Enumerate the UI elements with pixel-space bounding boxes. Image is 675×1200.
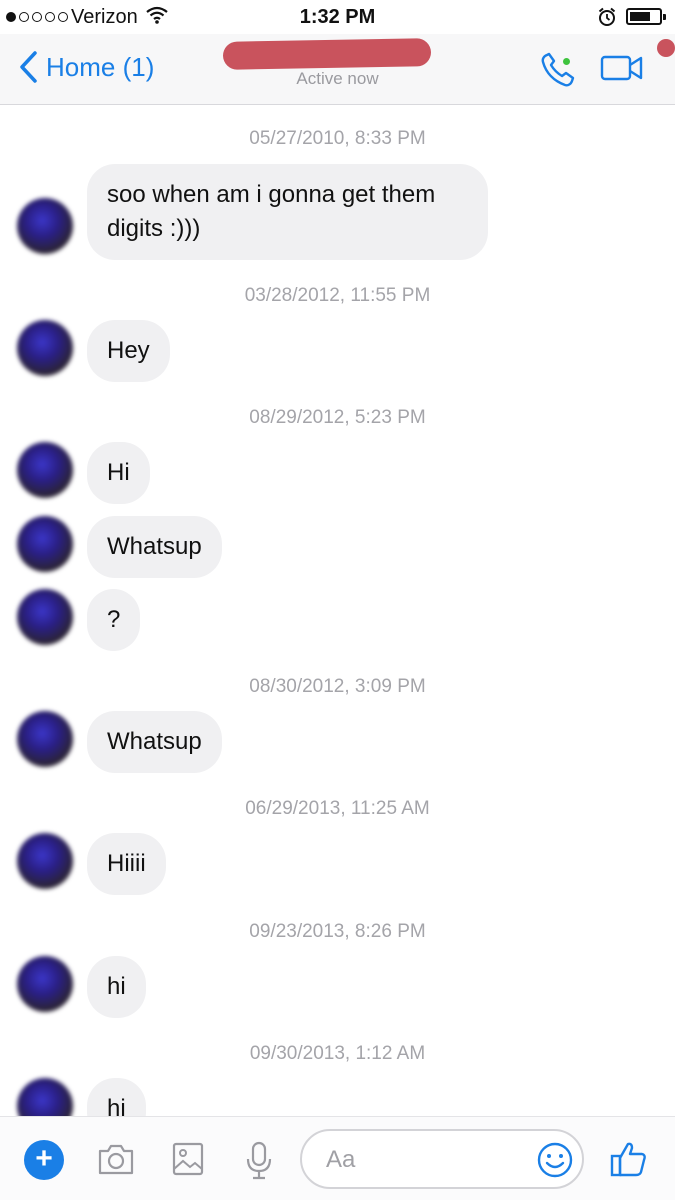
message-bubble[interactable]: ? <box>87 589 141 651</box>
avatar[interactable] <box>17 516 73 572</box>
avatar[interactable] <box>17 956 73 1012</box>
redacted-contact-name <box>222 38 432 70</box>
message-text-line: Hi <box>107 459 130 486</box>
message-text-line: Hiiii <box>107 850 146 877</box>
battery-icon <box>626 8 666 25</box>
message-bubble[interactable]: hi <box>87 956 146 1018</box>
composer-bar: + Aa <box>0 1116 675 1200</box>
microphone-icon[interactable] <box>244 1141 274 1186</box>
avatar[interactable] <box>17 589 73 645</box>
message-input-placeholder: Aa <box>326 1146 356 1173</box>
avatar[interactable] <box>17 1078 73 1116</box>
message-input[interactable]: Aa <box>300 1129 584 1189</box>
message-timestamp: 08/30/2012, 3:09 PM <box>249 676 426 697</box>
message-timestamp: 09/23/2013, 8:26 PM <box>249 921 426 942</box>
message-timestamp: 06/29/2013, 11:25 AM <box>245 798 430 819</box>
message-bubble[interactable]: Hi <box>87 442 150 504</box>
avatar[interactable] <box>17 320 73 376</box>
avatar[interactable] <box>17 833 73 889</box>
message-text-line: digits :))) <box>107 215 201 242</box>
status-bar: Verizon 1:32 PM <box>0 0 675 34</box>
message-bubble[interactable]: Whatsup <box>87 711 222 773</box>
avatar[interactable] <box>17 711 73 767</box>
video-camera-icon[interactable] <box>600 54 644 87</box>
message-timestamp: 09/30/2013, 1:12 AM <box>249 1043 426 1064</box>
message-thread[interactable]: 05/27/2010, 8:33 PM soo when am i gonna … <box>0 106 675 1116</box>
thumbs-up-icon[interactable] <box>609 1139 649 1184</box>
message-bubble[interactable]: soo when am i gonna get them digits :))) <box>87 164 488 260</box>
message-text-line: Whatsup <box>107 533 202 560</box>
avatar[interactable] <box>17 442 73 498</box>
message-bubble[interactable]: hi <box>87 1078 146 1116</box>
message-bubble[interactable]: Hey <box>87 320 170 382</box>
message-timestamp: 05/27/2010, 8:33 PM <box>249 128 426 149</box>
notification-dot <box>657 39 675 57</box>
conversation-header: Home (1) Active now <box>0 34 675 105</box>
message-text-line: hi <box>107 973 126 1000</box>
phone-icon[interactable] <box>538 50 578 95</box>
message-timestamp: 03/28/2012, 11:55 PM <box>244 285 431 306</box>
alarm-clock-icon <box>598 7 616 32</box>
message-text-line: ? <box>107 606 121 633</box>
message-bubble[interactable]: Whatsup <box>87 516 222 578</box>
message-text-line: soo when am i gonna get them <box>107 181 436 208</box>
emoji-icon[interactable] <box>536 1141 574 1184</box>
message-timestamp: 08/29/2012, 5:23 PM <box>249 407 426 428</box>
image-icon[interactable] <box>171 1141 205 1182</box>
message-text-line: hi <box>107 1095 126 1116</box>
camera-icon[interactable] <box>96 1141 136 1182</box>
avatar[interactable] <box>17 198 73 254</box>
message-bubble[interactable]: Hiiii <box>87 833 166 895</box>
message-text-line: Hey <box>107 337 150 364</box>
online-indicator <box>561 56 572 67</box>
message-text-line: Whatsup <box>107 728 202 755</box>
plus-icon[interactable]: + <box>24 1140 64 1180</box>
clock-time: 1:32 PM <box>299 6 376 28</box>
